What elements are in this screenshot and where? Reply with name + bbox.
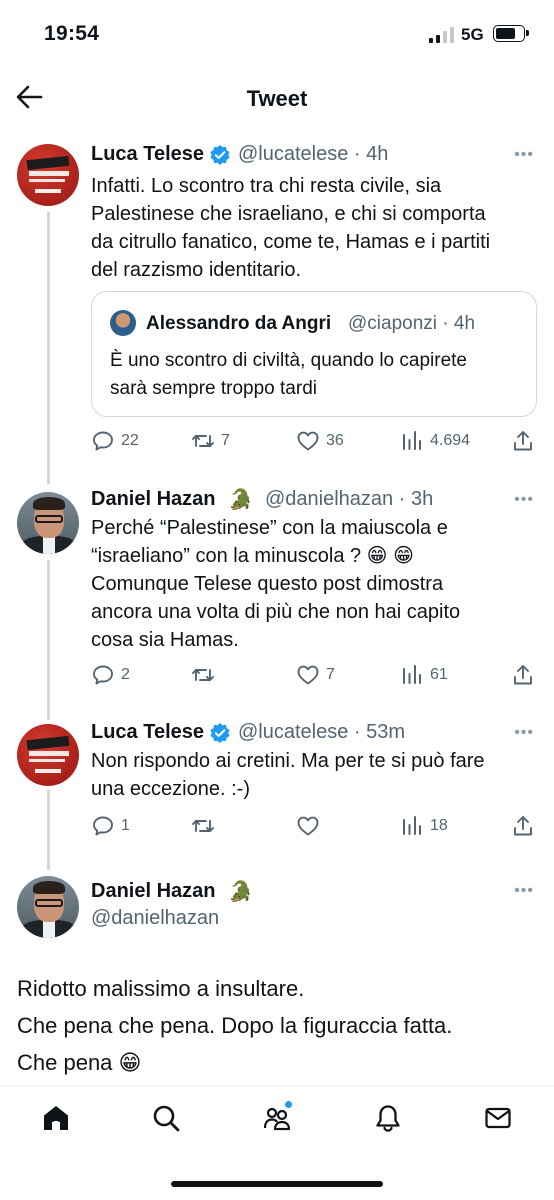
more-options-icon[interactable]: ••• xyxy=(514,146,534,164)
reply-button[interactable]: 22 xyxy=(91,426,139,456)
tweet-actions: 2 7 61 xyxy=(91,660,541,690)
crocodile-emoji: 🐊 xyxy=(228,881,253,903)
more-options-icon[interactable]: ••• xyxy=(514,882,534,900)
more-options-icon[interactable]: ••• xyxy=(514,491,534,509)
thread-line xyxy=(47,790,50,870)
nav-notifications[interactable] xyxy=(368,1098,408,1138)
mail-icon xyxy=(485,1107,511,1129)
author-name[interactable]: Daniel Hazan xyxy=(91,488,215,511)
more-options-icon[interactable]: ••• xyxy=(514,724,534,742)
author-name[interactable]: Luca Telese xyxy=(91,721,204,744)
retweet-button[interactable]: 7 xyxy=(191,426,230,456)
handle-time: @lucatelese · 53m xyxy=(238,721,406,743)
retweet-button[interactable] xyxy=(191,660,221,690)
network-label: 5G xyxy=(461,25,484,44)
views-icon xyxy=(403,816,421,835)
tweet-actions: 22 7 36 4.694 xyxy=(91,426,541,456)
verified-badge-icon xyxy=(210,723,230,743)
views-count: 18 xyxy=(430,817,448,834)
share-button[interactable] xyxy=(511,660,535,690)
author-handle[interactable]: @danielhazan xyxy=(91,907,219,930)
heart-icon xyxy=(297,816,319,836)
reply-count: 22 xyxy=(121,432,139,449)
reply-icon xyxy=(93,665,113,685)
like-button[interactable]: 36 xyxy=(296,426,344,456)
retweet-icon xyxy=(192,819,214,833)
like-button[interactable]: 7 xyxy=(296,660,335,690)
nav-home[interactable] xyxy=(36,1098,76,1138)
battery-icon xyxy=(493,25,529,42)
quote-avatar xyxy=(110,310,136,336)
share-icon xyxy=(514,816,532,836)
retweet-icon xyxy=(192,668,214,682)
page-title: Tweet xyxy=(246,86,308,111)
avatar[interactable] xyxy=(17,144,79,206)
views-button[interactable]: 61 xyxy=(400,660,448,690)
crocodile-emoji: 🐊 xyxy=(228,489,253,511)
like-count: 36 xyxy=(326,432,344,449)
views-icon xyxy=(403,665,421,684)
views-count: 4.694 xyxy=(430,432,471,449)
quoted-tweet[interactable]: Alessandro da Angri @ciaponzi · 4h È uno… xyxy=(91,291,537,417)
verified-badge-icon xyxy=(210,145,230,165)
main-tweet-text: Ridotto malissimo a insultare. Che pena … xyxy=(17,976,453,1075)
handle-time: @danielhazan · 3h xyxy=(265,488,434,510)
nav-communities[interactable] xyxy=(257,1098,297,1138)
views-icon xyxy=(403,431,421,450)
reply-icon xyxy=(93,816,113,836)
reply-icon xyxy=(93,431,113,451)
header: Tweet xyxy=(0,70,554,126)
share-icon xyxy=(514,431,532,451)
handle-time: @lucatelese · 4h xyxy=(238,143,389,165)
retweet-button[interactable] xyxy=(191,811,221,841)
tweet-actions: 1 18 xyxy=(91,811,541,841)
signal-icon xyxy=(429,27,454,43)
reply-button[interactable]: 2 xyxy=(91,660,130,690)
tweet-text: Infatti. Lo scontro tra chi resta civile… xyxy=(91,175,491,281)
views-count: 61 xyxy=(430,666,448,683)
heart-icon xyxy=(297,431,319,451)
author-name[interactable]: Luca Telese xyxy=(91,143,204,166)
views-button[interactable]: 18 xyxy=(400,811,448,841)
share-button[interactable] xyxy=(511,426,535,456)
home-icon xyxy=(44,1106,68,1130)
tweet-text: Perché “Palestinese” con la maiuscola e … xyxy=(91,517,461,651)
views-button[interactable]: 4.694 xyxy=(400,426,470,456)
quote-handle-time: @ciaponzi · 4h xyxy=(348,313,476,334)
reply-button[interactable]: 1 xyxy=(91,811,130,841)
status-bar: 19:54 5G xyxy=(0,0,554,70)
quote-author-name: Alessandro da Angri xyxy=(146,313,332,334)
nav-messages[interactable] xyxy=(478,1098,518,1138)
nav-search[interactable] xyxy=(146,1098,186,1138)
retweet-count: 7 xyxy=(221,432,230,449)
retweet-icon xyxy=(192,434,214,448)
share-icon xyxy=(514,665,532,685)
share-button[interactable] xyxy=(511,811,535,841)
quote-text: È uno scontro di civiltà, quando lo capi… xyxy=(110,350,467,399)
reply-count: 1 xyxy=(121,817,130,834)
avatar[interactable] xyxy=(17,876,79,938)
status-time: 19:54 xyxy=(44,22,100,45)
like-button[interactable] xyxy=(296,811,326,841)
avatar[interactable] xyxy=(17,492,79,554)
author-name[interactable]: Daniel Hazan xyxy=(91,880,215,903)
avatar[interactable] xyxy=(17,724,79,786)
reply-count: 2 xyxy=(121,666,130,683)
tweet-text: Non rispondo ai cretini. Ma per te si pu… xyxy=(91,750,485,800)
search-icon xyxy=(153,1105,180,1132)
thread-line xyxy=(47,212,50,484)
thread-line xyxy=(47,560,50,720)
notification-dot xyxy=(284,1100,293,1109)
home-indicator xyxy=(171,1181,383,1187)
heart-icon xyxy=(297,665,319,685)
like-count: 7 xyxy=(326,666,335,683)
bell-icon xyxy=(376,1105,400,1132)
